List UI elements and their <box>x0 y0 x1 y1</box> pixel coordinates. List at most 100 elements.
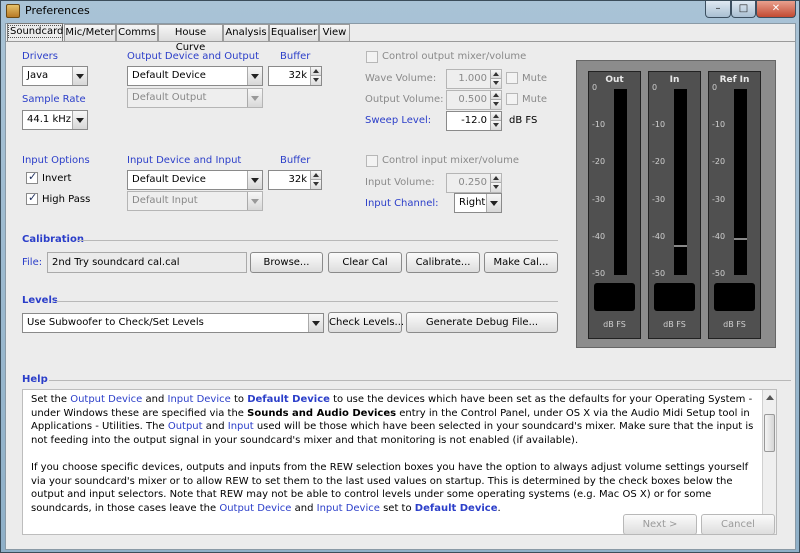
input-volume-label: Input Volume: <box>365 177 435 188</box>
cancel-button[interactable]: Cancel <box>701 514 775 535</box>
input-buffer-spinner[interactable]: 32k <box>268 170 322 190</box>
output-volume-value: 0.500 <box>458 94 487 105</box>
tab-house-curve[interactable]: House Curve <box>158 24 223 53</box>
input-volume-spinner[interactable]: 0.250 <box>446 173 502 193</box>
next-button[interactable]: Next > <box>623 514 697 535</box>
check-levels-button[interactable]: Check Levels... <box>328 312 404 333</box>
levels-mode-value: Use Subwoofer to Check/Set Levels <box>27 317 204 328</box>
meter-tick-label: -30 <box>712 194 726 204</box>
make-cal-button[interactable]: Make Cal... <box>484 252 558 273</box>
scroll-up-icon[interactable] <box>766 395 774 400</box>
help-highlight: Default Device <box>414 502 498 514</box>
spin-down-icon[interactable] <box>490 183 501 192</box>
spin-up-icon[interactable] <box>310 171 321 180</box>
calibration-file-field[interactable]: 2nd Try soundcard cal.cal <box>47 252 247 273</box>
output-device-value: Default Device <box>132 70 206 81</box>
generate-debug-file-button[interactable]: Generate Debug File... <box>406 312 558 333</box>
input-channel-select[interactable]: Right <box>454 193 502 213</box>
spin-up-icon[interactable] <box>490 70 501 79</box>
spin-down-icon[interactable] <box>490 121 501 130</box>
input-channel-device-select[interactable]: Default Input <box>127 191 263 211</box>
preferences-window: Preferences – □ ✕ Soundcard Mic/Meter Co… <box>0 0 800 553</box>
sweep-level-spinner[interactable]: -12.0 <box>446 111 502 131</box>
meter-tick-label: 0 <box>592 83 598 92</box>
input-buffer-label: Buffer <box>280 155 311 166</box>
output-volume-label: Output Volume: <box>365 94 444 105</box>
wave-volume-spinner[interactable]: 1.000 <box>446 69 502 89</box>
help-highlight: Input Device <box>167 394 231 405</box>
close-button[interactable]: ✕ <box>756 1 796 18</box>
drivers-value: Java <box>27 70 49 81</box>
tab-mic-meter[interactable]: Mic/Meter <box>64 24 116 41</box>
title-bar[interactable]: Preferences – □ ✕ <box>1 1 799 21</box>
control-output-mixer-checkbox[interactable] <box>366 51 378 63</box>
tab-soundcard[interactable]: Soundcard <box>7 23 66 42</box>
help-paragraph-1: Set the Output Device and Input Device t… <box>31 393 766 447</box>
spin-down-icon[interactable] <box>310 180 321 189</box>
mute-wave-checkbox[interactable] <box>506 72 518 84</box>
spin-up-icon[interactable] <box>490 91 501 100</box>
meter-unit: dB FS <box>663 320 686 329</box>
high-pass-label: High Pass <box>42 194 91 205</box>
maximize-button[interactable]: □ <box>731 1 756 18</box>
help-highlight: Input Device <box>316 502 380 514</box>
output-volume-spinner[interactable]: 0.500 <box>446 90 502 110</box>
maximize-icon: □ <box>738 3 749 14</box>
drivers-select[interactable]: Java <box>22 66 88 86</box>
chevron-down-icon <box>247 171 262 189</box>
spin-up-icon[interactable] <box>490 174 501 183</box>
sweep-level-unit: dB FS <box>509 115 538 126</box>
meter-tick-label: -20 <box>652 157 666 167</box>
meter-tick-label: 0 <box>712 83 718 92</box>
calibration-file-label: File: <box>22 257 43 268</box>
calibrate-button[interactable]: Calibrate... <box>406 252 480 273</box>
meter-unit: dB FS <box>603 320 626 329</box>
levels-mode-select[interactable]: Use Subwoofer to Check/Set Levels <box>22 313 324 333</box>
output-channel-select[interactable]: Default Output <box>127 88 263 108</box>
spin-down-icon[interactable] <box>490 79 501 88</box>
browse-button[interactable]: Browse... <box>250 252 323 273</box>
spin-down-icon[interactable] <box>490 100 501 109</box>
input-options-label: Input Options <box>22 155 90 166</box>
meter-tick-label: 0 <box>652 83 658 92</box>
minimize-button[interactable]: – <box>705 1 731 18</box>
drivers-label: Drivers <box>22 51 58 62</box>
spin-down-icon[interactable] <box>310 76 321 85</box>
meter-tick-label: -50 <box>592 269 606 278</box>
sample-rate-select[interactable]: 44.1 kHz <box>22 110 88 130</box>
help-scrollbar[interactable] <box>762 390 776 534</box>
meter-tick-label: -40 <box>652 231 666 241</box>
output-buffer-spinner[interactable]: 32k <box>268 66 322 86</box>
tab-analysis[interactable]: Analysis <box>223 24 269 41</box>
help-divider <box>49 380 791 381</box>
tab-comms[interactable]: Comms <box>116 24 158 41</box>
scroll-thumb[interactable] <box>764 414 775 452</box>
window-title: Preferences <box>25 4 90 17</box>
meter-tick-label: -20 <box>712 157 726 167</box>
help-text: Set the <box>31 394 71 405</box>
spin-up-icon[interactable] <box>310 67 321 76</box>
meter-unit: dB FS <box>723 320 746 329</box>
tab-equaliser[interactable]: Equaliser <box>269 24 319 41</box>
invert-checkbox[interactable] <box>26 170 38 184</box>
high-pass-checkbox[interactable] <box>26 191 38 205</box>
input-device-label: Input Device and Input <box>127 155 242 166</box>
clear-cal-button[interactable]: Clear Cal <box>328 252 402 273</box>
meter-bar <box>734 89 747 275</box>
spin-up-icon[interactable] <box>490 112 501 121</box>
mute-output-label: Mute <box>522 94 548 105</box>
mute-output-checkbox[interactable] <box>506 93 518 105</box>
output-device-select[interactable]: Default Device <box>127 66 263 86</box>
level-meters: Out 0 -10 -20 -30 -40 -50 dB FS In 0 -10 -20 -30 -40-… <box>576 60 776 348</box>
app-icon <box>6 4 20 18</box>
input-channel-label: Input Channel: <box>365 198 439 209</box>
chevron-down-icon <box>72 67 87 85</box>
sample-rate-value: 44.1 kHz <box>27 114 72 125</box>
chevron-down-icon <box>247 67 262 85</box>
meter-tick-label: -10 <box>592 120 606 130</box>
control-input-mixer-checkbox[interactable] <box>366 155 378 167</box>
meter-readout <box>714 283 755 311</box>
meter-peak-marker <box>734 237 747 240</box>
tab-view[interactable]: View <box>319 24 350 41</box>
input-device-select[interactable]: Default Device <box>127 170 263 190</box>
